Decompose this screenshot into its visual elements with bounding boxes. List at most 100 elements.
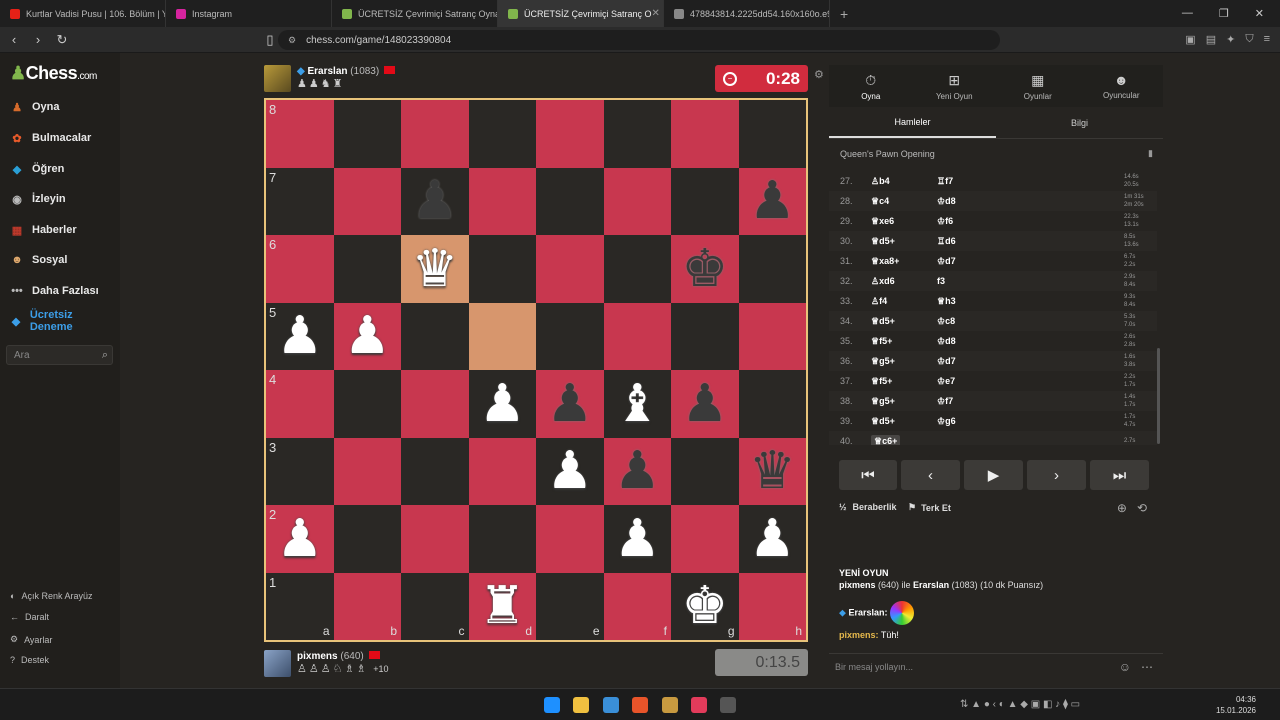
black-move[interactable]: ♕h3 — [937, 296, 956, 307]
search-input[interactable]: Ara ⌕ — [6, 345, 113, 365]
browser-tab[interactable]: 478843814.2225dd54.160x160o.e9a — [664, 0, 830, 27]
chess-com-logo[interactable]: ♟Chess.com — [10, 63, 97, 84]
white-bishop-piece[interactable]: ♝ — [614, 378, 661, 430]
square-g7[interactable] — [671, 167, 739, 235]
white-pawn-piece[interactable]: ♟ — [546, 445, 593, 497]
avatar[interactable] — [264, 649, 291, 677]
square-c7[interactable]: ♟ — [401, 167, 469, 235]
square-b8[interactable] — [333, 100, 401, 168]
white-move[interactable]: ♕c6+ — [871, 434, 901, 445]
square-c8[interactable] — [401, 100, 469, 168]
square-b5[interactable]: ♟ — [333, 302, 401, 370]
white-move[interactable]: ♕d5+ — [871, 316, 895, 327]
play-moves-button[interactable]: ▶ — [964, 460, 1023, 490]
tab-play[interactable]: ⏱ Oyna — [829, 65, 913, 107]
square-f4[interactable]: ♝ — [603, 370, 671, 438]
app-icon[interactable] — [662, 697, 678, 713]
browser-tab-active[interactable]: ÜCRETSİZ Çevrimiçi Satranç O ✕ — [498, 0, 664, 27]
black-move[interactable]: ♔c8 — [937, 316, 955, 327]
brave-browser-icon[interactable] — [632, 697, 648, 713]
music-icon[interactable] — [691, 697, 707, 713]
square-b7[interactable] — [333, 167, 401, 235]
white-queen-piece[interactable]: ♛ — [411, 243, 458, 295]
white-move[interactable]: ♕d5+ — [871, 416, 895, 427]
square-f5[interactable] — [603, 302, 671, 370]
last-move-button[interactable]: ⏭ — [1090, 460, 1149, 490]
player-name[interactable]: ◆ Erarslan (1083) — [297, 66, 397, 77]
sidebar-icon[interactable]: ▣ — [1185, 33, 1195, 46]
square-b2[interactable] — [333, 505, 401, 573]
sidebar-item-puzzles[interactable]: ✿ Bulmacalar — [8, 129, 91, 147]
square-c4[interactable] — [401, 370, 469, 438]
square-c1[interactable]: c — [401, 572, 469, 640]
square-a7[interactable]: 7 — [266, 167, 334, 235]
avatar[interactable] — [264, 64, 291, 92]
square-d7[interactable] — [468, 167, 536, 235]
square-d8[interactable] — [468, 100, 536, 168]
square-e5[interactable] — [536, 302, 604, 370]
white-pawn-piece[interactable]: ♟ — [479, 378, 526, 430]
white-move[interactable]: ♕c4 — [871, 196, 889, 207]
sidebar-item-social[interactable]: ☻ Sosyal — [8, 251, 67, 269]
square-b4[interactable] — [333, 370, 401, 438]
menu-icon[interactable]: ≡ — [1264, 33, 1270, 46]
sidebar-item-premium[interactable]: ◆ Ücretsiz Deneme — [8, 309, 108, 333]
white-move[interactable]: ♕d5+ — [871, 236, 895, 247]
white-move[interactable]: ♙f4 — [871, 296, 887, 307]
square-h1[interactable]: h — [738, 572, 806, 640]
white-move[interactable]: ♙b4 — [871, 176, 890, 187]
windows-start-icon[interactable] — [544, 697, 560, 713]
sidebar-collapse[interactable]: ← Daralt — [10, 612, 49, 622]
square-d4[interactable]: ♟ — [468, 370, 536, 438]
ai-icon[interactable]: ✦ — [1226, 33, 1235, 46]
square-d1[interactable]: d ♜ — [468, 572, 536, 640]
black-move[interactable]: ♔f6 — [937, 216, 953, 227]
square-h6[interactable] — [738, 235, 806, 303]
square-e4[interactable]: ♟ — [536, 370, 604, 438]
black-pawn-piece[interactable]: ♟ — [681, 378, 728, 430]
square-d5[interactable] — [468, 302, 536, 370]
black-queen-piece[interactable]: ♛ — [749, 445, 796, 497]
black-move[interactable]: ♖f7 — [937, 176, 953, 187]
square-d3[interactable] — [468, 437, 536, 505]
white-pawn-piece[interactable]: ♟ — [276, 310, 323, 362]
first-move-button[interactable]: ⏮ — [839, 460, 897, 490]
square-f8[interactable] — [603, 100, 671, 168]
sidebar-item-watch[interactable]: ◉ İzleyin — [8, 190, 65, 208]
square-e6[interactable] — [536, 235, 604, 303]
close-window-icon[interactable]: ✕ — [1255, 7, 1264, 20]
square-a4[interactable]: 4 — [266, 370, 334, 438]
player-name[interactable]: pixmens (640) — [297, 651, 389, 662]
square-f3[interactable]: ♟ — [603, 437, 671, 505]
tab-players[interactable]: ☻ Oyuncular — [1080, 65, 1164, 107]
store-icon[interactable] — [603, 697, 619, 713]
black-move[interactable]: f3 — [937, 276, 945, 286]
tab-moves[interactable]: Hamleler — [829, 107, 996, 138]
white-move[interactable]: ♕xe6 — [871, 216, 894, 227]
browser-tab[interactable]: ÜCRETSİZ Çevrimiçi Satranç Oyna — [332, 0, 498, 27]
site-info-icon[interactable]: ⚙ — [288, 35, 296, 46]
chat-input[interactable]: Bir mesaj yollayın... ☺ ⋯ — [829, 653, 1163, 679]
sidebar-theme-toggle[interactable]: ◐ Açık Renk Arayüz — [10, 591, 92, 601]
white-pawn-piece[interactable]: ♟ — [276, 513, 323, 565]
tab-new-game[interactable]: ⊞ Yeni Oyun — [913, 65, 997, 107]
square-a3[interactable]: 3 — [266, 437, 334, 505]
square-g5[interactable] — [671, 302, 739, 370]
reload-icon[interactable]: ↻ — [52, 32, 72, 48]
system-clock[interactable]: 04:36 15.01.2026 — [1216, 694, 1256, 716]
square-c5[interactable] — [401, 302, 469, 370]
shield-icon[interactable]: ⛉ — [1245, 33, 1253, 46]
next-move-button[interactable]: › — [1027, 460, 1086, 490]
square-g4[interactable]: ♟ — [671, 370, 739, 438]
wallet-icon[interactable]: ▤ — [1206, 33, 1216, 46]
square-h4[interactable] — [738, 370, 806, 438]
bookmark-icon[interactable]: ▯ — [260, 32, 280, 48]
square-g2[interactable] — [671, 505, 739, 573]
book-icon[interactable]: ▮ — [1148, 148, 1153, 159]
square-d2[interactable] — [468, 505, 536, 573]
square-c6[interactable]: ♛ — [401, 235, 469, 303]
square-a5[interactable]: 5 ♟ — [266, 302, 334, 370]
gear-icon[interactable]: ⚙ — [814, 68, 824, 81]
square-c2[interactable] — [401, 505, 469, 573]
offer-draw-button[interactable]: ½ Beraberlik — [839, 502, 897, 512]
